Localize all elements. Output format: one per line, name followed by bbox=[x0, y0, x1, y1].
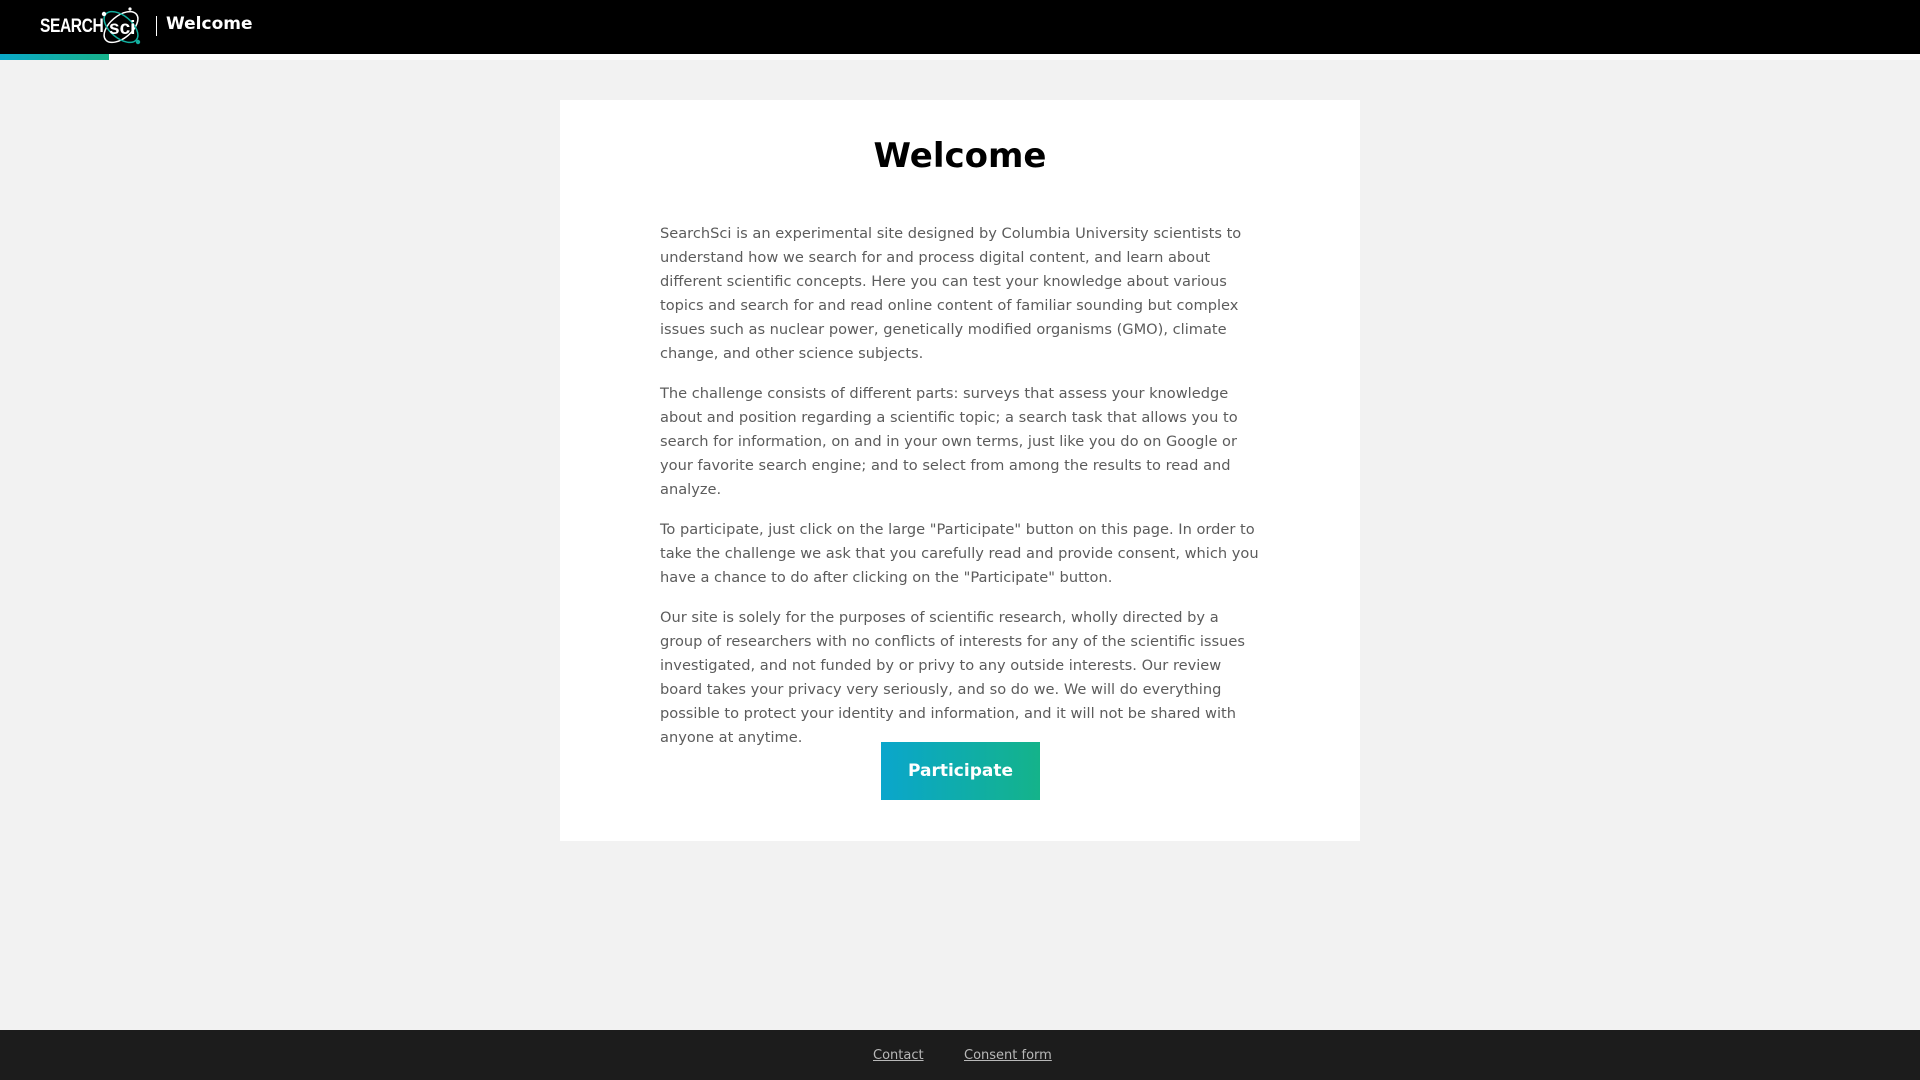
intro-paragraph: SearchSci is an experimental site design… bbox=[660, 225, 1242, 362]
participate-instructions-paragraph: To participate, just click on the large … bbox=[660, 521, 1259, 586]
searchsci-logo[interactable]: SEARCH sci bbox=[40, 2, 142, 52]
welcome-text: SearchSci is an experimental site design… bbox=[660, 222, 1265, 766]
privacy-paragraph: Our site is solely for the purposes of s… bbox=[660, 609, 1245, 746]
top-header: SEARCH sci Welcome bbox=[0, 0, 1920, 54]
consent-form-link[interactable]: Consent form bbox=[964, 1048, 1052, 1063]
logo-search-text: SEARCH bbox=[40, 16, 104, 37]
header-divider bbox=[156, 16, 157, 36]
progress-bar-fill bbox=[0, 54, 110, 60]
challenge-paragraph: The challenge consists of different part… bbox=[660, 385, 1238, 498]
welcome-heading: Welcome bbox=[873, 136, 1047, 176]
logo-sci-text: sci bbox=[109, 18, 135, 39]
page-title: Welcome bbox=[166, 14, 253, 34]
footer: Contact Consent form bbox=[0, 1030, 1920, 1080]
progress-bar bbox=[0, 54, 1920, 60]
participate-button[interactable]: Participate bbox=[881, 742, 1040, 800]
searchsci-atom-logo-icon: sci bbox=[101, 7, 141, 45]
welcome-card: Welcome SearchSci is an experimental sit… bbox=[560, 100, 1360, 841]
contact-link[interactable]: Contact bbox=[873, 1048, 924, 1063]
